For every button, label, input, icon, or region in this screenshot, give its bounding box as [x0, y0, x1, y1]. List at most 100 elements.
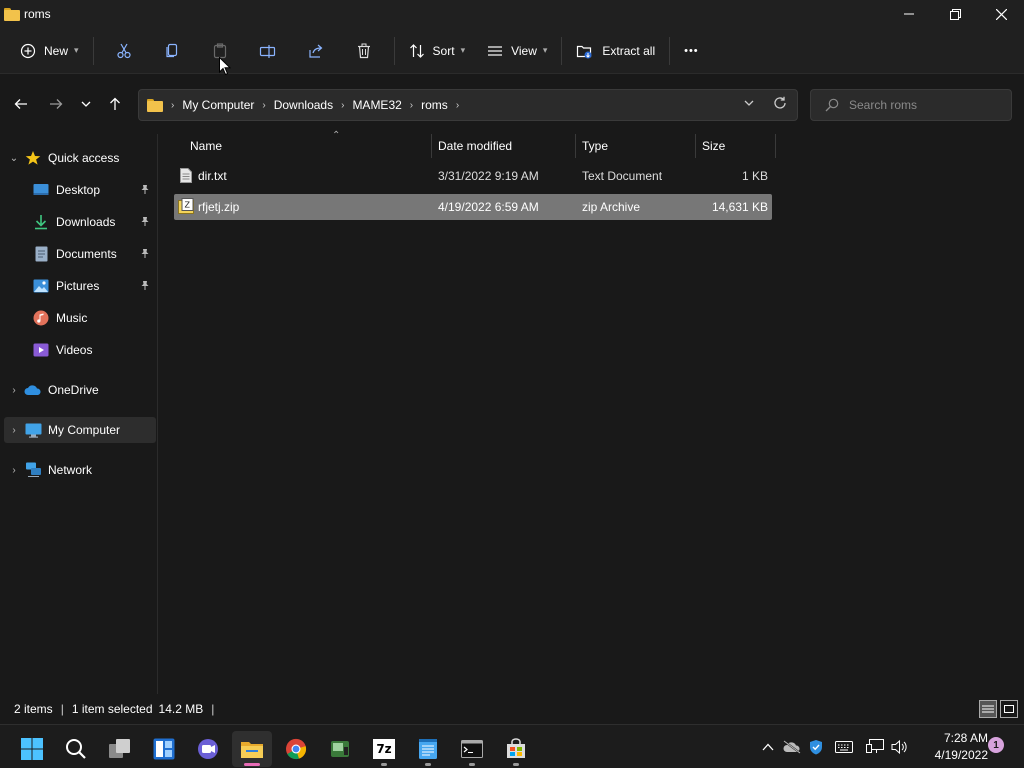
- search-input[interactable]: [849, 98, 999, 112]
- address-history-dropdown[interactable]: [743, 97, 755, 112]
- column-header-date[interactable]: Date modified: [438, 134, 576, 158]
- share-button[interactable]: [292, 35, 340, 67]
- start-button[interactable]: [12, 731, 52, 767]
- file-date: 3/31/2022 9:19 AM: [438, 169, 539, 183]
- search-box[interactable]: [810, 89, 1012, 121]
- item-count: 2 items: [14, 702, 53, 716]
- extract-all-button[interactable]: Extract all: [568, 35, 663, 67]
- divider: [561, 36, 563, 65]
- nav-network[interactable]: › Network: [4, 457, 156, 483]
- video-icon: [32, 341, 50, 359]
- column-header-name[interactable]: Name ⌃: [190, 130, 430, 158]
- breadcrumb-chevron-icon[interactable]: ›: [262, 100, 265, 111]
- task-view-button[interactable]: [100, 731, 140, 767]
- recent-locations-button[interactable]: [74, 94, 98, 114]
- tiles-view-icon: [1004, 705, 1014, 713]
- nav-label: Quick access: [48, 151, 120, 165]
- volume-tray-icon[interactable]: [888, 735, 912, 759]
- sort-label: Sort: [432, 43, 455, 58]
- 7zip-button[interactable]: 7z: [364, 731, 404, 767]
- tiles-view-button[interactable]: [1000, 700, 1018, 718]
- file-explorer-taskbar-button[interactable]: [232, 731, 272, 767]
- security-tray-icon[interactable]: [804, 735, 828, 759]
- taskbar-clock[interactable]: 7:28 AM 4/19/2022: [935, 730, 988, 764]
- file-explorer-icon: [241, 742, 263, 758]
- breadcrumb-mame32[interactable]: MAME32: [352, 98, 401, 112]
- chrome-button[interactable]: [276, 731, 316, 767]
- collapsed-chevron-icon[interactable]: ›: [4, 465, 24, 476]
- breadcrumb-chevron-icon: ›: [171, 99, 175, 111]
- nav-quick-access[interactable]: ⌄ Quick access: [4, 145, 156, 171]
- address-bar[interactable]: › My Computer › Downloads › MAME32 › rom…: [138, 89, 798, 121]
- forward-button[interactable]: [44, 94, 68, 114]
- nav-downloads[interactable]: Downloads: [14, 209, 156, 235]
- onedrive-tray-icon[interactable]: [780, 735, 804, 759]
- delete-button[interactable]: [340, 35, 388, 67]
- terminal-button[interactable]: [452, 731, 492, 767]
- up-button[interactable]: [103, 94, 127, 114]
- nav-videos[interactable]: Videos: [14, 337, 156, 363]
- copy-button[interactable]: [148, 35, 196, 67]
- expanded-chevron-icon[interactable]: ⌄: [4, 153, 24, 164]
- nav-documents[interactable]: Documents: [14, 241, 156, 267]
- breadcrumb-chevron-icon[interactable]: ›: [410, 100, 413, 111]
- breadcrumb-my-computer[interactable]: My Computer: [182, 98, 254, 112]
- column-divider[interactable]: [431, 134, 432, 158]
- column-divider[interactable]: [575, 134, 576, 158]
- widgets-button[interactable]: [144, 731, 184, 767]
- maximize-button[interactable]: [932, 0, 978, 28]
- document-icon: [32, 245, 50, 263]
- column-header-type[interactable]: Type: [582, 134, 694, 158]
- back-button[interactable]: [9, 94, 33, 114]
- teams-chat-button[interactable]: [188, 731, 228, 767]
- breadcrumb-roms[interactable]: roms: [421, 98, 448, 112]
- nav-desktop[interactable]: Desktop: [14, 177, 156, 203]
- view-button[interactable]: View ▾: [479, 35, 555, 67]
- nav-pictures[interactable]: Pictures: [14, 273, 156, 299]
- column-label: Date modified: [438, 139, 513, 153]
- collapsed-chevron-icon[interactable]: ›: [4, 425, 24, 436]
- sort-button[interactable]: Sort ▾: [401, 35, 474, 67]
- column-divider[interactable]: [695, 134, 696, 158]
- table-row-selected[interactable]: Z rfjetj.zip 4/19/2022 6:59 AM zip Archi…: [174, 194, 772, 220]
- new-button[interactable]: New ▾: [12, 35, 87, 67]
- chevron-down-icon: ▾: [542, 45, 548, 55]
- details-view-button[interactable]: [979, 700, 997, 718]
- close-button[interactable]: [978, 0, 1024, 28]
- breadcrumb-chevron-icon[interactable]: ›: [341, 100, 344, 111]
- rename-button[interactable]: [244, 35, 292, 67]
- monitor-network-icon: [866, 739, 884, 753]
- chevron-down-icon: ▾: [74, 45, 79, 55]
- nav-onedrive[interactable]: › OneDrive: [4, 377, 156, 403]
- nav-my-computer[interactable]: › My Computer: [4, 417, 156, 443]
- notification-badge[interactable]: 1: [988, 737, 1004, 753]
- more-options-button[interactable]: •••: [676, 35, 707, 67]
- store-button[interactable]: [496, 731, 536, 767]
- nav-music[interactable]: Music: [14, 305, 156, 331]
- share-icon: [308, 44, 322, 58]
- folder-icon: [147, 98, 163, 112]
- search-button[interactable]: [56, 731, 96, 767]
- pin-icon: [140, 280, 150, 293]
- notepad-icon: [419, 739, 437, 759]
- table-row[interactable]: dir.txt 3/31/2022 9:19 AM Text Document …: [174, 163, 772, 189]
- network-tray-icon[interactable]: [863, 735, 887, 759]
- column-header-size[interactable]: Size: [702, 134, 774, 158]
- text-file-icon: [180, 168, 192, 186]
- cut-button[interactable]: [100, 35, 148, 67]
- breadcrumb-downloads[interactable]: Downloads: [274, 98, 333, 112]
- mame-app-button[interactable]: [320, 731, 360, 767]
- running-indicator: [425, 763, 431, 766]
- column-label: Name: [190, 139, 223, 153]
- nav-label: Documents: [56, 247, 117, 261]
- refresh-button[interactable]: [773, 96, 787, 113]
- collapsed-chevron-icon[interactable]: ›: [4, 385, 24, 396]
- sort-ascending-icon: ⌃: [332, 130, 341, 141]
- windows-logo-icon: [21, 738, 43, 760]
- notepad-button[interactable]: [408, 731, 448, 767]
- keyboard-tray-icon[interactable]: [832, 735, 856, 759]
- breadcrumb-chevron-icon[interactable]: ›: [456, 100, 459, 111]
- show-hidden-icons-button[interactable]: [756, 735, 780, 759]
- column-divider[interactable]: [775, 134, 776, 158]
- minimize-button[interactable]: [886, 0, 932, 28]
